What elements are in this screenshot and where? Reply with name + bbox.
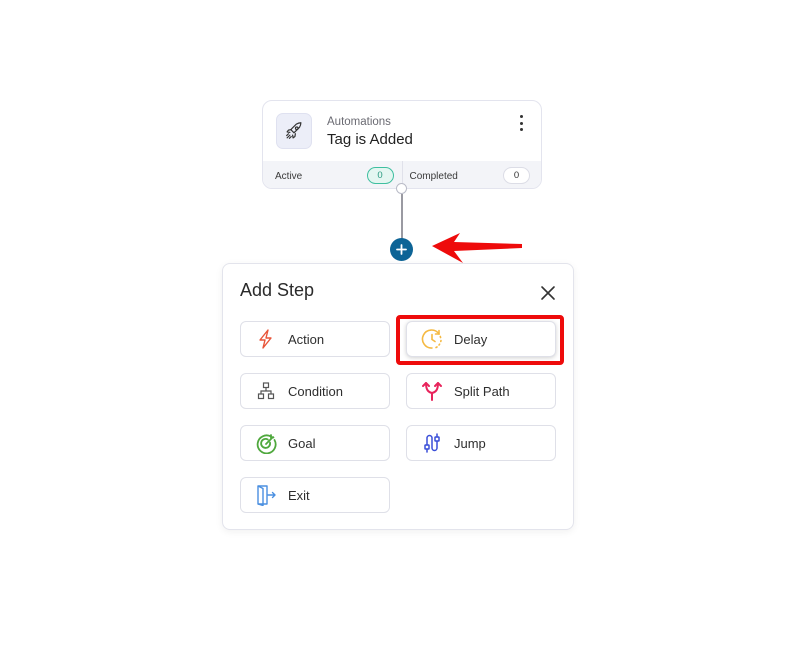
- close-button[interactable]: [539, 284, 557, 302]
- close-icon: [541, 286, 555, 300]
- add-step-button[interactable]: [390, 238, 413, 261]
- step-action-button[interactable]: Action: [240, 321, 390, 357]
- step-label: Split Path: [454, 383, 510, 399]
- add-step-panel: Add Step Action Delay Condition Split Pa…: [222, 263, 574, 530]
- stat-active: Active 0: [263, 161, 402, 188]
- completed-count-badge: 0: [503, 167, 530, 184]
- connector-line: [401, 194, 403, 240]
- step-label: Delay: [454, 331, 488, 347]
- stat-label: Completed: [409, 171, 458, 182]
- plus-icon: [396, 244, 407, 255]
- step-label: Goal: [288, 435, 316, 451]
- step-exit-button[interactable]: Exit: [240, 477, 390, 513]
- step-goal-button[interactable]: Goal: [240, 425, 390, 461]
- split-arrows-icon: [420, 379, 444, 403]
- connector-handle[interactable]: [396, 183, 407, 194]
- step-split-path-button[interactable]: Split Path: [406, 373, 556, 409]
- step-delay-button[interactable]: Delay: [406, 321, 556, 357]
- step-label: Condition: [288, 383, 343, 399]
- step-label: Action: [288, 331, 325, 347]
- step-label: Jump: [454, 435, 486, 451]
- target-icon: [254, 431, 278, 455]
- rocket-icon: [276, 113, 312, 149]
- trigger-title: Tag is Added: [327, 131, 413, 148]
- clock-icon: [420, 327, 444, 351]
- step-jump-button[interactable]: Jump: [406, 425, 556, 461]
- step-condition-button[interactable]: Condition: [240, 373, 390, 409]
- lightning-icon: [254, 327, 278, 351]
- panel-title: Add Step: [240, 280, 315, 300]
- active-count-badge: 0: [366, 167, 394, 184]
- exit-door-icon: [254, 483, 278, 507]
- hierarchy-icon: [254, 379, 278, 403]
- stat-label: Active: [275, 171, 303, 182]
- step-label: Exit: [288, 487, 310, 503]
- trigger-card[interactable]: Automations Tag is Added Active 0 Comple…: [262, 100, 542, 189]
- jump-icon: [420, 431, 444, 455]
- trigger-category: Automations: [327, 116, 391, 128]
- trigger-header: Automations Tag is Added: [263, 101, 541, 161]
- stat-completed: Completed 0: [401, 161, 542, 188]
- more-options-icon[interactable]: [515, 115, 527, 131]
- annotation-arrow-icon: [432, 233, 522, 263]
